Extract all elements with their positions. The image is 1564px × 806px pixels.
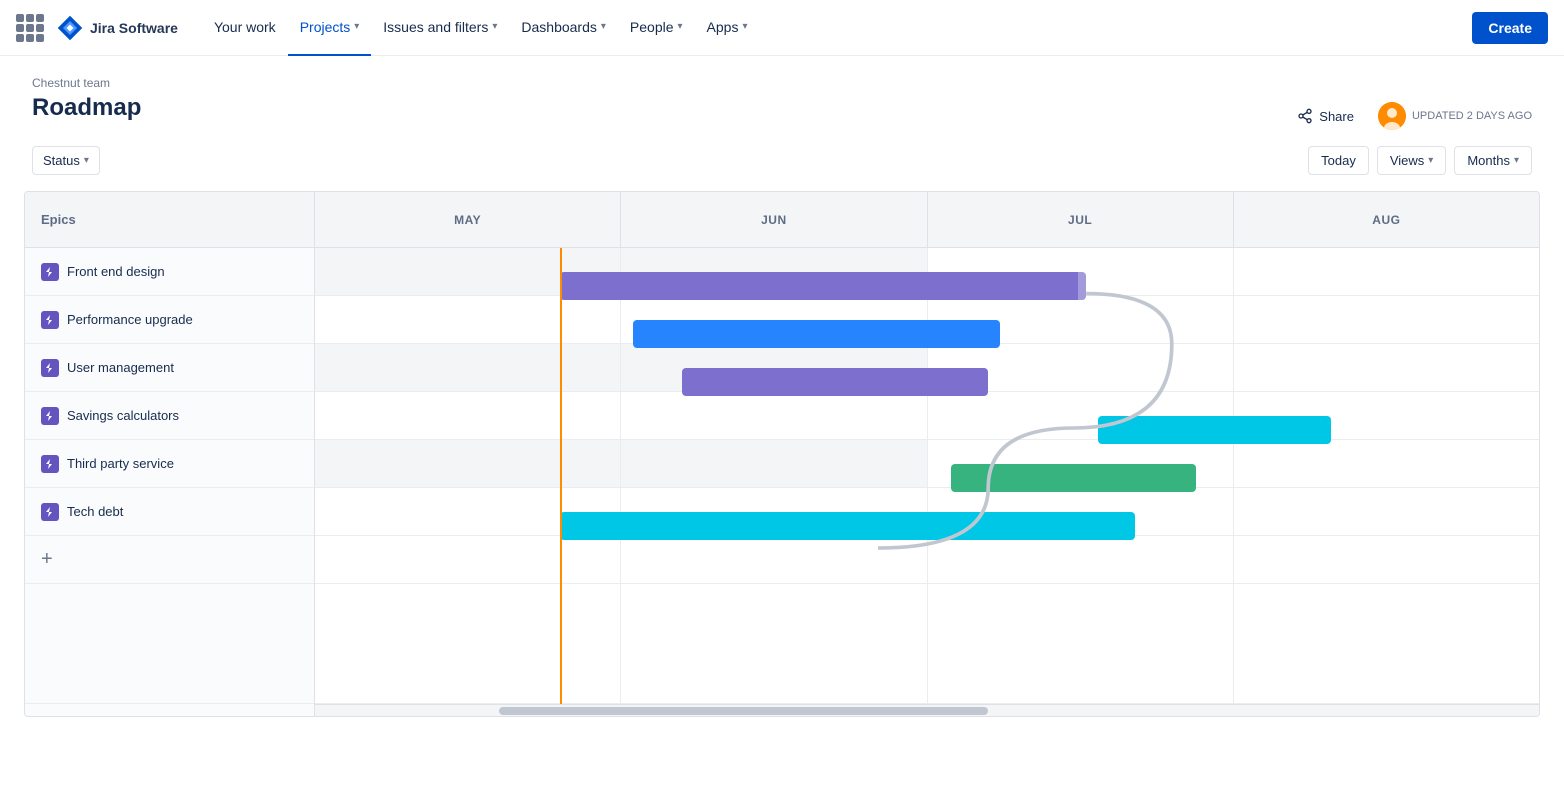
timeline-cell [315, 584, 621, 703]
epic-icon [41, 311, 59, 329]
month-aug: AUG [1234, 192, 1539, 247]
epic-label: Performance upgrade [67, 312, 193, 327]
nav-apps[interactable]: Apps ▾ [695, 0, 760, 56]
epic-icon [41, 407, 59, 425]
share-button[interactable]: Share [1289, 104, 1362, 128]
share-area: Share UPDATED 2 DAYS AGO [1289, 102, 1532, 130]
breadcrumb: Chestnut team [32, 76, 1532, 90]
month-jul: JUL [928, 192, 1234, 247]
roadmap-container: Epics Front end design Performance upgra… [24, 191, 1540, 717]
nav-people[interactable]: People ▾ [618, 0, 695, 56]
epic-label: Front end design [67, 264, 165, 279]
timeline-cell [315, 536, 621, 583]
timeline-cell [315, 296, 621, 343]
toolbar: Status ▾ Today Views ▾ Months ▾ [0, 130, 1564, 191]
timeline-panel: MAY JUN JUL AUG [315, 192, 1539, 716]
epics-panel: Epics Front end design Performance upgra… [25, 192, 315, 716]
dashboards-chevron-icon: ▾ [601, 21, 606, 32]
timeline-body [315, 248, 1539, 704]
list-item[interactable]: Front end design [25, 248, 314, 296]
months-button[interactable]: Months ▾ [1454, 146, 1532, 175]
nav-your-work[interactable]: Your work [202, 0, 288, 56]
timeline-cell [1234, 248, 1539, 295]
timeline-cell [621, 440, 927, 487]
create-button[interactable]: Create [1472, 12, 1548, 44]
status-chevron-icon: ▾ [84, 155, 89, 166]
list-item[interactable]: Third party service [25, 440, 314, 488]
timeline-cell [1234, 584, 1539, 703]
epic-icon [41, 359, 59, 377]
nav-links: Your work Projects ▾ Issues and filters … [202, 0, 837, 56]
timeline-cell [1234, 440, 1539, 487]
page-title: Roadmap [32, 94, 141, 122]
epic-bar-2[interactable] [682, 368, 988, 396]
projects-chevron-icon: ▾ [354, 21, 359, 32]
month-jun: JUN [621, 192, 927, 247]
page-header: Chestnut team Roadmap Share [0, 56, 1564, 130]
timeline-row-4 [315, 440, 1539, 488]
toolbar-left: Status ▾ [32, 146, 100, 175]
timeline-cell [1234, 536, 1539, 583]
views-chevron-icon: ▾ [1428, 155, 1433, 166]
timeline-cell [928, 536, 1234, 583]
app-switcher-icon[interactable] [16, 14, 44, 42]
epic-bar-5[interactable] [560, 512, 1135, 540]
today-button[interactable]: Today [1308, 146, 1369, 175]
issues-chevron-icon: ▾ [492, 21, 497, 32]
timeline-cell [315, 392, 621, 439]
epic-label: User management [67, 360, 174, 375]
timeline-cell [1234, 488, 1539, 535]
timeline-scrollbar[interactable] [315, 704, 1539, 716]
epic-label: Savings calculators [67, 408, 179, 423]
toolbar-right: Today Views ▾ Months ▾ [1308, 146, 1532, 175]
nav-dashboards[interactable]: Dashboards ▾ [509, 0, 618, 56]
views-button[interactable]: Views ▾ [1377, 146, 1446, 175]
timeline-cell [1234, 296, 1539, 343]
timeline-cell [315, 440, 621, 487]
epic-icon [41, 455, 59, 473]
nav-projects[interactable]: Projects ▾ [288, 0, 372, 56]
timeline-cell [315, 344, 621, 391]
epics-header: Epics [25, 192, 314, 248]
timeline-cell [1234, 344, 1539, 391]
timeline-months-header: MAY JUN JUL AUG [315, 192, 1539, 248]
timeline-cell [621, 536, 927, 583]
add-epic-button[interactable]: + [25, 536, 314, 584]
logo[interactable]: Jira Software [56, 14, 178, 42]
epic-icon [41, 503, 59, 521]
epic-bar-1[interactable] [633, 320, 1000, 348]
share-icon [1297, 108, 1313, 124]
list-item[interactable]: User management [25, 344, 314, 392]
list-item[interactable]: Savings calculators [25, 392, 314, 440]
timeline-cell [621, 392, 927, 439]
months-chevron-icon: ▾ [1514, 155, 1519, 166]
month-may: MAY [315, 192, 621, 247]
list-item[interactable]: Tech debt [25, 488, 314, 536]
epic-label: Third party service [67, 456, 174, 471]
plus-icon: + [41, 548, 53, 571]
nav-issues-filters[interactable]: Issues and filters ▾ [371, 0, 509, 56]
timeline-row-3 [315, 392, 1539, 440]
epic-bar-3[interactable] [1098, 416, 1331, 444]
status-filter-button[interactable]: Status ▾ [32, 146, 100, 175]
timeline-empty-area [315, 584, 1539, 704]
updated-info: UPDATED 2 DAYS AGO [1378, 102, 1532, 130]
avatar [1378, 102, 1406, 130]
navbar: Jira Software Your work Projects ▾ Issue… [0, 0, 1564, 56]
epic-bar-0[interactable] [560, 272, 1086, 300]
epic-icon [41, 263, 59, 281]
timeline-row-add [315, 536, 1539, 584]
timeline-cell [928, 584, 1234, 703]
logo-text: Jira Software [90, 20, 178, 36]
epic-bar-4[interactable] [951, 464, 1196, 492]
list-item[interactable]: Performance upgrade [25, 296, 314, 344]
epic-label: Tech debt [67, 504, 123, 519]
timeline-scroll-thumb[interactable] [499, 707, 989, 715]
epics-empty-area [25, 584, 314, 704]
people-chevron-icon: ▾ [678, 21, 683, 32]
timeline-cell [621, 584, 927, 703]
apps-chevron-icon: ▾ [742, 21, 747, 32]
